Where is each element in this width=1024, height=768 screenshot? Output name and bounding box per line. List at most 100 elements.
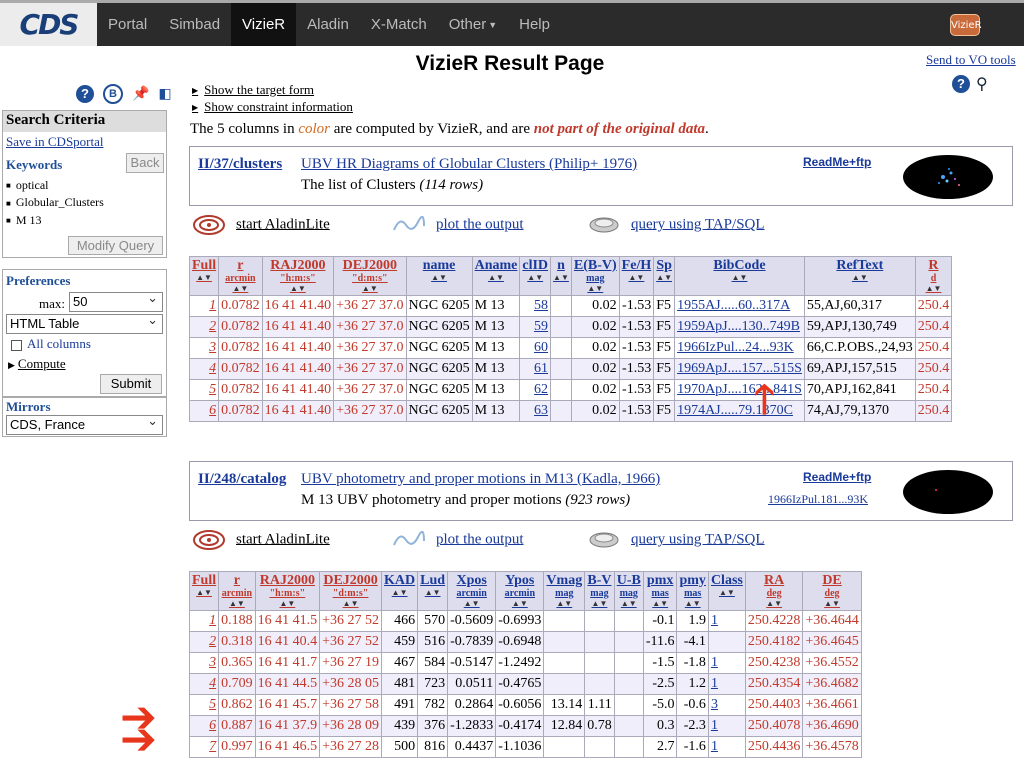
column-header[interactable]: Class ▲▼ xyxy=(707,571,746,611)
sort-triangle-icon[interactable]: ▲▼ xyxy=(748,599,801,609)
column-header[interactable]: B-V mag ▲▼ xyxy=(584,571,615,611)
nav-item-vizier[interactable]: VizieR xyxy=(231,3,297,46)
table-cell[interactable]: 1955AJ.....60..317A xyxy=(674,295,805,317)
table-cell[interactable]: 58 xyxy=(519,295,552,317)
bookmark-b-icon[interactable]: B xyxy=(103,84,123,104)
column-header[interactable]: Aname ▲▼ xyxy=(471,256,521,296)
column-header[interactable]: DE deg ▲▼ xyxy=(802,571,862,611)
sort-triangle-icon[interactable]: ▲▼ xyxy=(805,599,858,609)
column-header[interactable]: RAJ2000 "h:m:s" ▲▼ xyxy=(261,256,335,296)
nav-item-other[interactable]: Other ▼ xyxy=(438,3,508,46)
column-header[interactable]: name ▲▼ xyxy=(405,256,473,296)
table-cell[interactable]: 4 xyxy=(188,358,220,380)
sort-triangle-icon[interactable]: ▲▼ xyxy=(336,284,403,294)
sort-triangle-icon[interactable]: ▲▼ xyxy=(221,284,260,294)
sort-triangle-icon[interactable]: ▲▼ xyxy=(553,273,569,283)
catalog-title-link[interactable]: UBV photometry and proper motions in M13… xyxy=(301,471,660,488)
sort-triangle-icon[interactable]: ▲▼ xyxy=(221,599,253,609)
table-cell[interactable]: 7 xyxy=(188,736,220,758)
column-header[interactable]: Ypos arcmin ▲▼ xyxy=(495,571,545,611)
nav-item-portal[interactable]: Portal xyxy=(97,3,158,46)
collapse-panel-icon[interactable]: ◧ xyxy=(158,86,171,102)
save-in-cdsportal-link[interactable]: Save in CDSportal xyxy=(3,132,166,152)
column-header[interactable]: Full ▲▼ xyxy=(188,256,220,296)
table-cell[interactable]: 1970ApJ....162...841S xyxy=(674,379,805,401)
sort-triangle-icon[interactable]: ▲▼ xyxy=(450,599,493,609)
output-format-select[interactable]: HTML Table xyxy=(6,311,163,334)
sort-triangle-icon[interactable]: ▲▼ xyxy=(677,273,802,283)
sort-triangle-icon[interactable]: ▲▼ xyxy=(420,588,445,598)
sort-triangle-icon[interactable]: ▲▼ xyxy=(322,599,379,609)
mirror-select[interactable]: CDS, France xyxy=(6,412,163,435)
column-header[interactable]: Rd ▲▼ xyxy=(914,256,953,296)
table-cell[interactable]: 1966IzPul...24...93K xyxy=(674,337,805,359)
column-header[interactable]: clID ▲▼ xyxy=(519,256,552,296)
nav-item-aladin[interactable]: Aladin xyxy=(296,3,360,46)
show-target-form-link[interactable]: Show the target form xyxy=(192,82,353,99)
table-cell[interactable]: 1 xyxy=(188,610,220,632)
column-header[interactable]: E(B-V) mag ▲▼ xyxy=(570,256,620,296)
compute-toggle[interactable]: ▶ Compute xyxy=(8,356,66,372)
table-cell[interactable]: 1 xyxy=(707,715,746,737)
column-header[interactable]: RAJ2000 "h:m:s" ▲▼ xyxy=(254,571,321,611)
plot-output-action[interactable]: plot the output xyxy=(392,529,524,551)
column-header[interactable]: DEJ2000 "d:m:s" ▲▼ xyxy=(319,571,383,611)
sort-triangle-icon[interactable]: ▲▼ xyxy=(918,284,950,294)
sky-preview-image[interactable] xyxy=(903,470,993,514)
table-cell[interactable]: 1 xyxy=(707,736,746,758)
table-cell[interactable]: 6 xyxy=(188,400,220,422)
nav-item-simbad[interactable]: Simbad xyxy=(158,3,231,46)
query-tap-action[interactable]: query using TAP/SQL xyxy=(587,529,765,551)
column-header[interactable]: Vmag mag ▲▼ xyxy=(543,571,586,611)
table-cell[interactable]: 2 xyxy=(188,316,220,338)
sort-triangle-icon[interactable]: ▲▼ xyxy=(807,273,913,283)
sort-triangle-icon[interactable]: ▲▼ xyxy=(384,588,415,598)
table-cell[interactable]: 62 xyxy=(519,379,552,401)
sort-triangle-icon[interactable]: ▲▼ xyxy=(622,273,652,283)
column-header[interactable]: Fe/H ▲▼ xyxy=(618,256,655,296)
sort-triangle-icon[interactable]: ▲▼ xyxy=(587,599,612,609)
sort-triangle-icon[interactable]: ▲▼ xyxy=(646,599,675,609)
table-cell[interactable]: 59 xyxy=(519,316,552,338)
column-header[interactable]: r arcmin ▲▼ xyxy=(218,571,256,611)
sort-triangle-icon[interactable]: ▲▼ xyxy=(574,284,617,294)
catalog-title-link[interactable]: UBV HR Diagrams of Globular Clusters (Ph… xyxy=(301,156,637,173)
column-header[interactable]: Xpos arcmin ▲▼ xyxy=(447,571,497,611)
sort-triangle-icon[interactable]: ▲▼ xyxy=(679,599,705,609)
table-cell[interactable]: 1969ApJ....157...515S xyxy=(674,358,805,380)
table-cell[interactable]: 5 xyxy=(188,694,220,716)
table-cell[interactable]: 3 xyxy=(188,337,220,359)
table-cell[interactable]: 5 xyxy=(188,379,220,401)
column-header[interactable]: n ▲▼ xyxy=(550,256,572,296)
all-columns-option[interactable]: All columns xyxy=(11,336,91,352)
sort-triangle-icon[interactable]: ▲▼ xyxy=(475,273,518,283)
nav-item-help[interactable]: Help xyxy=(508,3,561,46)
readme-ftp-link[interactable]: ReadMe+ftp xyxy=(803,155,871,169)
column-header[interactable]: DEJ2000 "d:m:s" ▲▼ xyxy=(333,256,407,296)
column-header[interactable]: U-B mag ▲▼ xyxy=(613,571,644,611)
sort-triangle-icon[interactable]: ▲▼ xyxy=(258,599,318,609)
table-cell[interactable]: 3 xyxy=(188,652,220,674)
column-header[interactable]: Lud ▲▼ xyxy=(417,571,449,611)
sort-triangle-icon[interactable]: ▲▼ xyxy=(192,273,216,283)
query-tap-action[interactable]: query using TAP/SQL xyxy=(587,214,765,236)
vizier-app-icon[interactable]: VizieR xyxy=(950,14,982,36)
table-cell[interactable]: 6 xyxy=(188,715,220,737)
start-aladinlite-action[interactable]: start AladinLite xyxy=(192,529,330,551)
table-cell[interactable]: 1974AJ.....79.1370C xyxy=(674,400,805,422)
sort-triangle-icon[interactable]: ▲▼ xyxy=(265,284,332,294)
column-header[interactable]: r arcmin ▲▼ xyxy=(218,256,263,296)
max-rows-select[interactable]: 50 xyxy=(69,289,163,312)
show-constraint-link[interactable]: Show constraint information xyxy=(192,99,353,116)
sort-triangle-icon[interactable]: ▲▼ xyxy=(617,599,641,609)
sort-triangle-icon[interactable]: ▲▼ xyxy=(546,599,582,609)
samp-antenna-icon[interactable]: ⚲ xyxy=(976,74,988,93)
table-cell[interactable]: 1 xyxy=(707,652,746,674)
sort-triangle-icon[interactable]: ▲▼ xyxy=(409,273,470,283)
all-columns-checkbox[interactable] xyxy=(11,339,22,351)
table-cell[interactable]: 1959ApJ....130..749B xyxy=(674,316,805,338)
help-icon[interactable]: ? xyxy=(952,75,970,93)
send-to-vo-link[interactable]: Send to VO tools xyxy=(926,52,1016,68)
column-header[interactable]: Full ▲▼ xyxy=(188,571,220,611)
column-header[interactable]: pmx mas ▲▼ xyxy=(642,571,678,611)
